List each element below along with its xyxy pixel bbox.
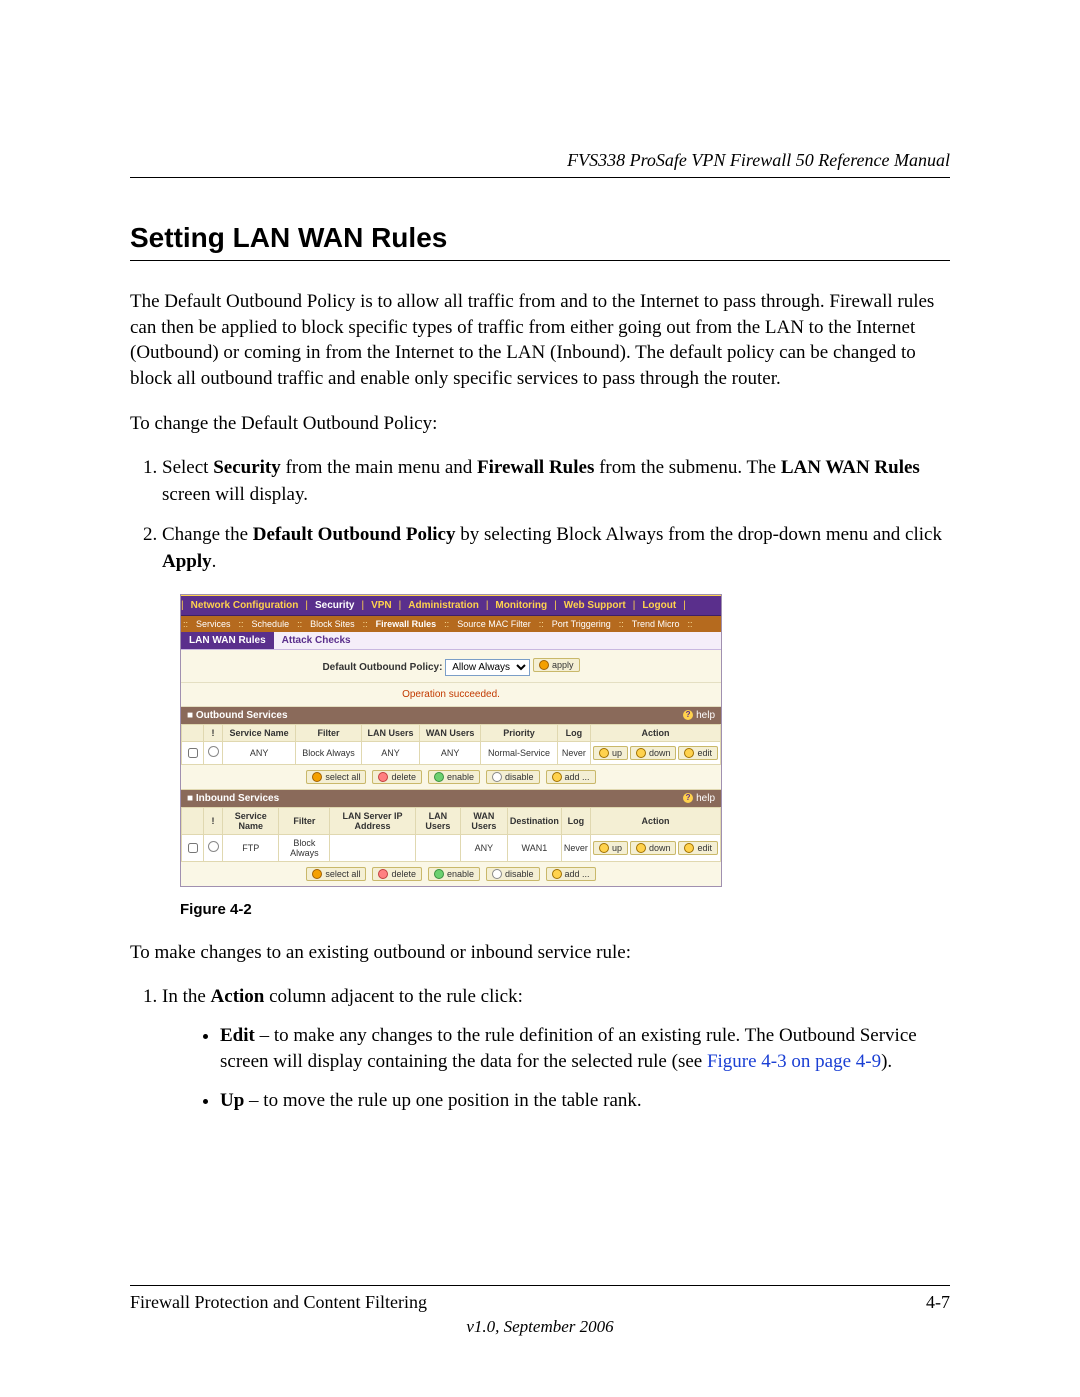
status-message: Operation succeeded. bbox=[181, 683, 721, 707]
default-outbound-policy-row: Default Outbound Policy: Allow Always ap… bbox=[181, 650, 721, 683]
delete-icon bbox=[378, 869, 388, 879]
step-action-column: In the Action column adjacent to the rul… bbox=[162, 984, 950, 1114]
nav-security[interactable]: Security bbox=[308, 596, 361, 615]
subnav-source-mac-filter[interactable]: Source MAC Filter bbox=[451, 616, 537, 632]
bullet-edit: Edit – to make any changes to the rule d… bbox=[220, 1023, 950, 1076]
intro-paragraph: The Default Outbound Policy is to allow … bbox=[130, 289, 950, 392]
subnav-schedule[interactable]: Schedule bbox=[246, 616, 296, 632]
row-status-icon bbox=[208, 746, 219, 757]
row-status-icon bbox=[208, 841, 219, 852]
nav-vpn[interactable]: VPN bbox=[364, 596, 399, 615]
edit-icon bbox=[684, 843, 694, 853]
add-button[interactable]: add ... bbox=[546, 867, 596, 881]
help-icon: ? bbox=[683, 793, 693, 803]
page-footer: Firewall Protection and Content Filterin… bbox=[130, 1285, 950, 1337]
enable-icon bbox=[434, 869, 444, 879]
footer-chapter: Firewall Protection and Content Filterin… bbox=[130, 1292, 427, 1313]
lead-paragraph: To change the Default Outbound Policy: bbox=[130, 411, 950, 437]
outbound-row: ANY Block Always ANY ANY Normal-Service … bbox=[182, 741, 721, 764]
outbound-table: ! Service Name Filter LAN Users WAN User… bbox=[181, 724, 721, 765]
down-button[interactable]: down bbox=[630, 841, 677, 855]
disable-button[interactable]: disable bbox=[486, 867, 540, 881]
nav-monitoring[interactable]: Monitoring bbox=[488, 596, 554, 615]
enable-button[interactable]: enable bbox=[428, 867, 480, 881]
down-icon bbox=[636, 748, 646, 758]
disable-icon bbox=[492, 869, 502, 879]
apply-button[interactable]: apply bbox=[533, 658, 580, 672]
up-button[interactable]: up bbox=[593, 841, 628, 855]
edit-button[interactable]: edit bbox=[678, 746, 718, 760]
add-icon bbox=[552, 869, 562, 879]
subnav-firewall-rules[interactable]: Firewall Rules bbox=[370, 616, 443, 632]
down-button[interactable]: down bbox=[630, 746, 677, 760]
nav-network-configuration[interactable]: Network Configuration bbox=[184, 596, 306, 615]
bullet-up: Up – to move the rule up one position in… bbox=[220, 1088, 950, 1115]
disable-icon bbox=[492, 772, 502, 782]
enable-icon bbox=[434, 772, 444, 782]
up-button[interactable]: up bbox=[593, 746, 628, 760]
down-icon bbox=[636, 843, 646, 853]
outbound-header: ■ Outbound Services ?help bbox=[181, 707, 721, 724]
footer-page-number: 4-7 bbox=[926, 1292, 950, 1313]
step-1: Select Security from the main menu and F… bbox=[162, 455, 950, 508]
inbound-table: ! Service Name Filter LAN Server IP Addr… bbox=[181, 807, 721, 862]
help-link-inbound[interactable]: ?help bbox=[683, 793, 715, 804]
help-icon: ? bbox=[683, 710, 693, 720]
inbound-header: ■ Inbound Services ?help bbox=[181, 790, 721, 807]
disable-button[interactable]: disable bbox=[486, 770, 540, 784]
add-icon bbox=[552, 772, 562, 782]
check-icon bbox=[539, 660, 549, 670]
row-checkbox[interactable] bbox=[188, 843, 198, 853]
enable-button[interactable]: enable bbox=[428, 770, 480, 784]
para-changes: To make changes to an existing outbound … bbox=[130, 940, 950, 966]
add-button[interactable]: add ... bbox=[546, 770, 596, 784]
nav-web-support[interactable]: Web Support bbox=[557, 596, 633, 615]
select-all-icon bbox=[312, 869, 322, 879]
step-2: Change the Default Outbound Policy by se… bbox=[162, 522, 950, 575]
delete-button[interactable]: delete bbox=[372, 770, 422, 784]
edit-icon bbox=[684, 748, 694, 758]
footer-version: v1.0, September 2006 bbox=[130, 1317, 950, 1337]
section-title: Setting LAN WAN Rules bbox=[130, 222, 950, 261]
sub-nav: ::Services ::Schedule ::Block Sites ::Fi… bbox=[181, 616, 721, 632]
inbound-button-row: select all delete enable disable add ... bbox=[181, 862, 721, 886]
edit-button[interactable]: edit bbox=[678, 841, 718, 855]
tab-lan-wan-rules[interactable]: LAN WAN Rules bbox=[181, 632, 274, 649]
tab-attack-checks[interactable]: Attack Checks bbox=[274, 632, 359, 649]
subnav-block-sites[interactable]: Block Sites bbox=[304, 616, 361, 632]
select-all-button[interactable]: select all bbox=[306, 770, 366, 784]
select-all-icon bbox=[312, 772, 322, 782]
help-link-outbound[interactable]: ?help bbox=[683, 710, 715, 721]
nav-logout[interactable]: Logout bbox=[635, 596, 683, 615]
link-figure-4-3[interactable]: Figure 4-3 on page 4-9 bbox=[707, 1051, 881, 1072]
policy-label: Default Outbound Policy: bbox=[322, 662, 442, 673]
subnav-port-triggering[interactable]: Port Triggering bbox=[546, 616, 617, 632]
outbound-button-row: select all delete enable disable add ... bbox=[181, 765, 721, 790]
up-icon bbox=[599, 843, 609, 853]
select-all-button[interactable]: select all bbox=[306, 867, 366, 881]
delete-icon bbox=[378, 772, 388, 782]
subnav-trend-micro[interactable]: Trend Micro bbox=[626, 616, 686, 632]
row-checkbox[interactable] bbox=[188, 748, 198, 758]
subnav-services[interactable]: Services bbox=[190, 616, 237, 632]
nav-administration[interactable]: Administration bbox=[401, 596, 486, 615]
up-icon bbox=[599, 748, 609, 758]
figure-caption: Figure 4-2 bbox=[180, 901, 950, 918]
main-nav: | Network Configuration| Security| VPN| … bbox=[181, 595, 721, 616]
inbound-row: FTP Block Always ANY WAN1 Never up down … bbox=[182, 834, 721, 861]
figure-4-2: | Network Configuration| Security| VPN| … bbox=[180, 594, 950, 887]
delete-button[interactable]: delete bbox=[372, 867, 422, 881]
policy-select[interactable]: Allow Always bbox=[445, 659, 530, 676]
page-header: FVS338 ProSafe VPN Firewall 50 Reference… bbox=[130, 150, 950, 178]
